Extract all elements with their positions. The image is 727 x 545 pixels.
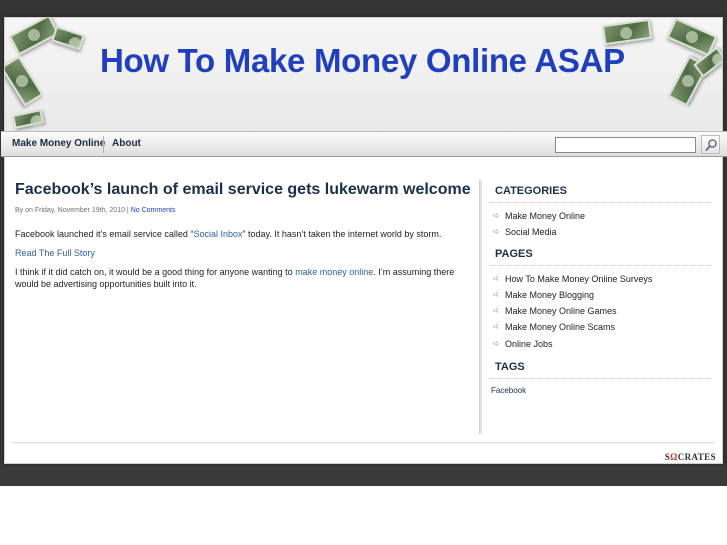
main-content: Facebook’s launch of email service gets … [15, 180, 475, 290]
category-item-make-money-online[interactable]: ➪ Make Money Online [489, 208, 712, 224]
bullet-arrow-icon: ➪ [493, 322, 500, 332]
category-item-social-media[interactable]: ➪ Social Media [489, 224, 712, 240]
page-item-surveys[interactable]: ➪ How To Make Money Online Surveys [489, 271, 712, 287]
bullet-arrow-icon: ➪ [493, 211, 500, 220]
page-item-blogging[interactable]: ➪ Make Money Blogging [489, 287, 712, 303]
post-title[interactable]: Facebook’s launch of email service gets … [15, 180, 475, 200]
bullet-arrow-icon: ➪ [493, 338, 500, 348]
search-input[interactable] [555, 137, 696, 153]
credit-text: CRATES [677, 452, 716, 462]
page-item-online-jobs[interactable]: ➪ Online Jobs [489, 336, 712, 352]
page-item-scams[interactable]: ➪ Make Money Online Scams [489, 319, 712, 335]
header: How To Make Money Online ASAP [5, 18, 722, 131]
page-label: Make Money Online Scams [505, 322, 616, 333]
main-nav: Make Money Online About [1, 131, 727, 157]
make-money-online-link[interactable]: make money online [295, 267, 373, 277]
social-inbox-link[interactable]: Social Inbox [193, 229, 242, 239]
page-label: Online Jobs [505, 338, 553, 349]
comments-link[interactable]: No Comments [131, 207, 176, 214]
categories-heading: CATEGORIES [489, 180, 712, 203]
page-label: Make Money Blogging [505, 289, 595, 300]
post-paragraph: Facebook launched it’s email service cal… [15, 228, 475, 240]
page-item-games[interactable]: ➪ Make Money Online Games [489, 303, 712, 319]
money-bill-image [51, 25, 85, 51]
paragraph-text: Facebook launched it’s email service cal… [15, 229, 194, 239]
page-label: How To Make Money Online Surveys [505, 273, 653, 284]
bottom-strip [0, 464, 727, 486]
paragraph-text: I think if it did catch on, it would be … [15, 267, 296, 277]
footer-divider [12, 442, 715, 444]
credit-omega: Ω [670, 452, 678, 462]
sidebar: CATEGORIES ➪ Make Money Online ➪ Social Me… [489, 180, 712, 397]
socrates-credit-logo[interactable]: SΩCRATES [665, 452, 716, 462]
bullet-arrow-icon: ➪ [493, 273, 500, 283]
post-meta-text: By on Friday, November 19th, 2010 | [15, 207, 131, 214]
column-divider [479, 180, 482, 434]
nav-item-about[interactable]: About [103, 132, 150, 156]
paragraph-text: ” today. It hasn’t taken the internet wo… [242, 229, 442, 239]
site-title[interactable]: How To Make Money Online ASAP [100, 42, 625, 80]
tag-facebook[interactable]: Facebook [489, 385, 712, 397]
category-label: Social Media [505, 227, 557, 238]
nav-item-make-money-online[interactable]: Make Money Online [3, 132, 114, 156]
money-bill-image [5, 55, 44, 107]
read-more-paragraph: Read The Full Story [15, 247, 475, 259]
page-label: Make Money Online Games [505, 306, 617, 317]
post-paragraph: I think if it did catch on, it would be … [15, 266, 475, 290]
search-icon [705, 139, 717, 152]
bullet-arrow-icon: ➪ [493, 289, 500, 299]
money-bill-image [11, 109, 45, 129]
category-label: Make Money Online [505, 211, 586, 221]
tags-heading: TAGS [489, 356, 712, 380]
post-meta: By on Friday, November 19th, 2010 | No C… [15, 206, 475, 216]
bullet-arrow-icon: ➪ [493, 306, 500, 316]
page-frame: How To Make Money Online ASAP Make Money… [1, 17, 727, 464]
search-button[interactable] [701, 135, 720, 154]
bullet-arrow-icon: ➪ [493, 227, 500, 237]
read-more-link[interactable]: Read The Full Story [15, 248, 95, 258]
pages-heading: PAGES [489, 243, 712, 266]
